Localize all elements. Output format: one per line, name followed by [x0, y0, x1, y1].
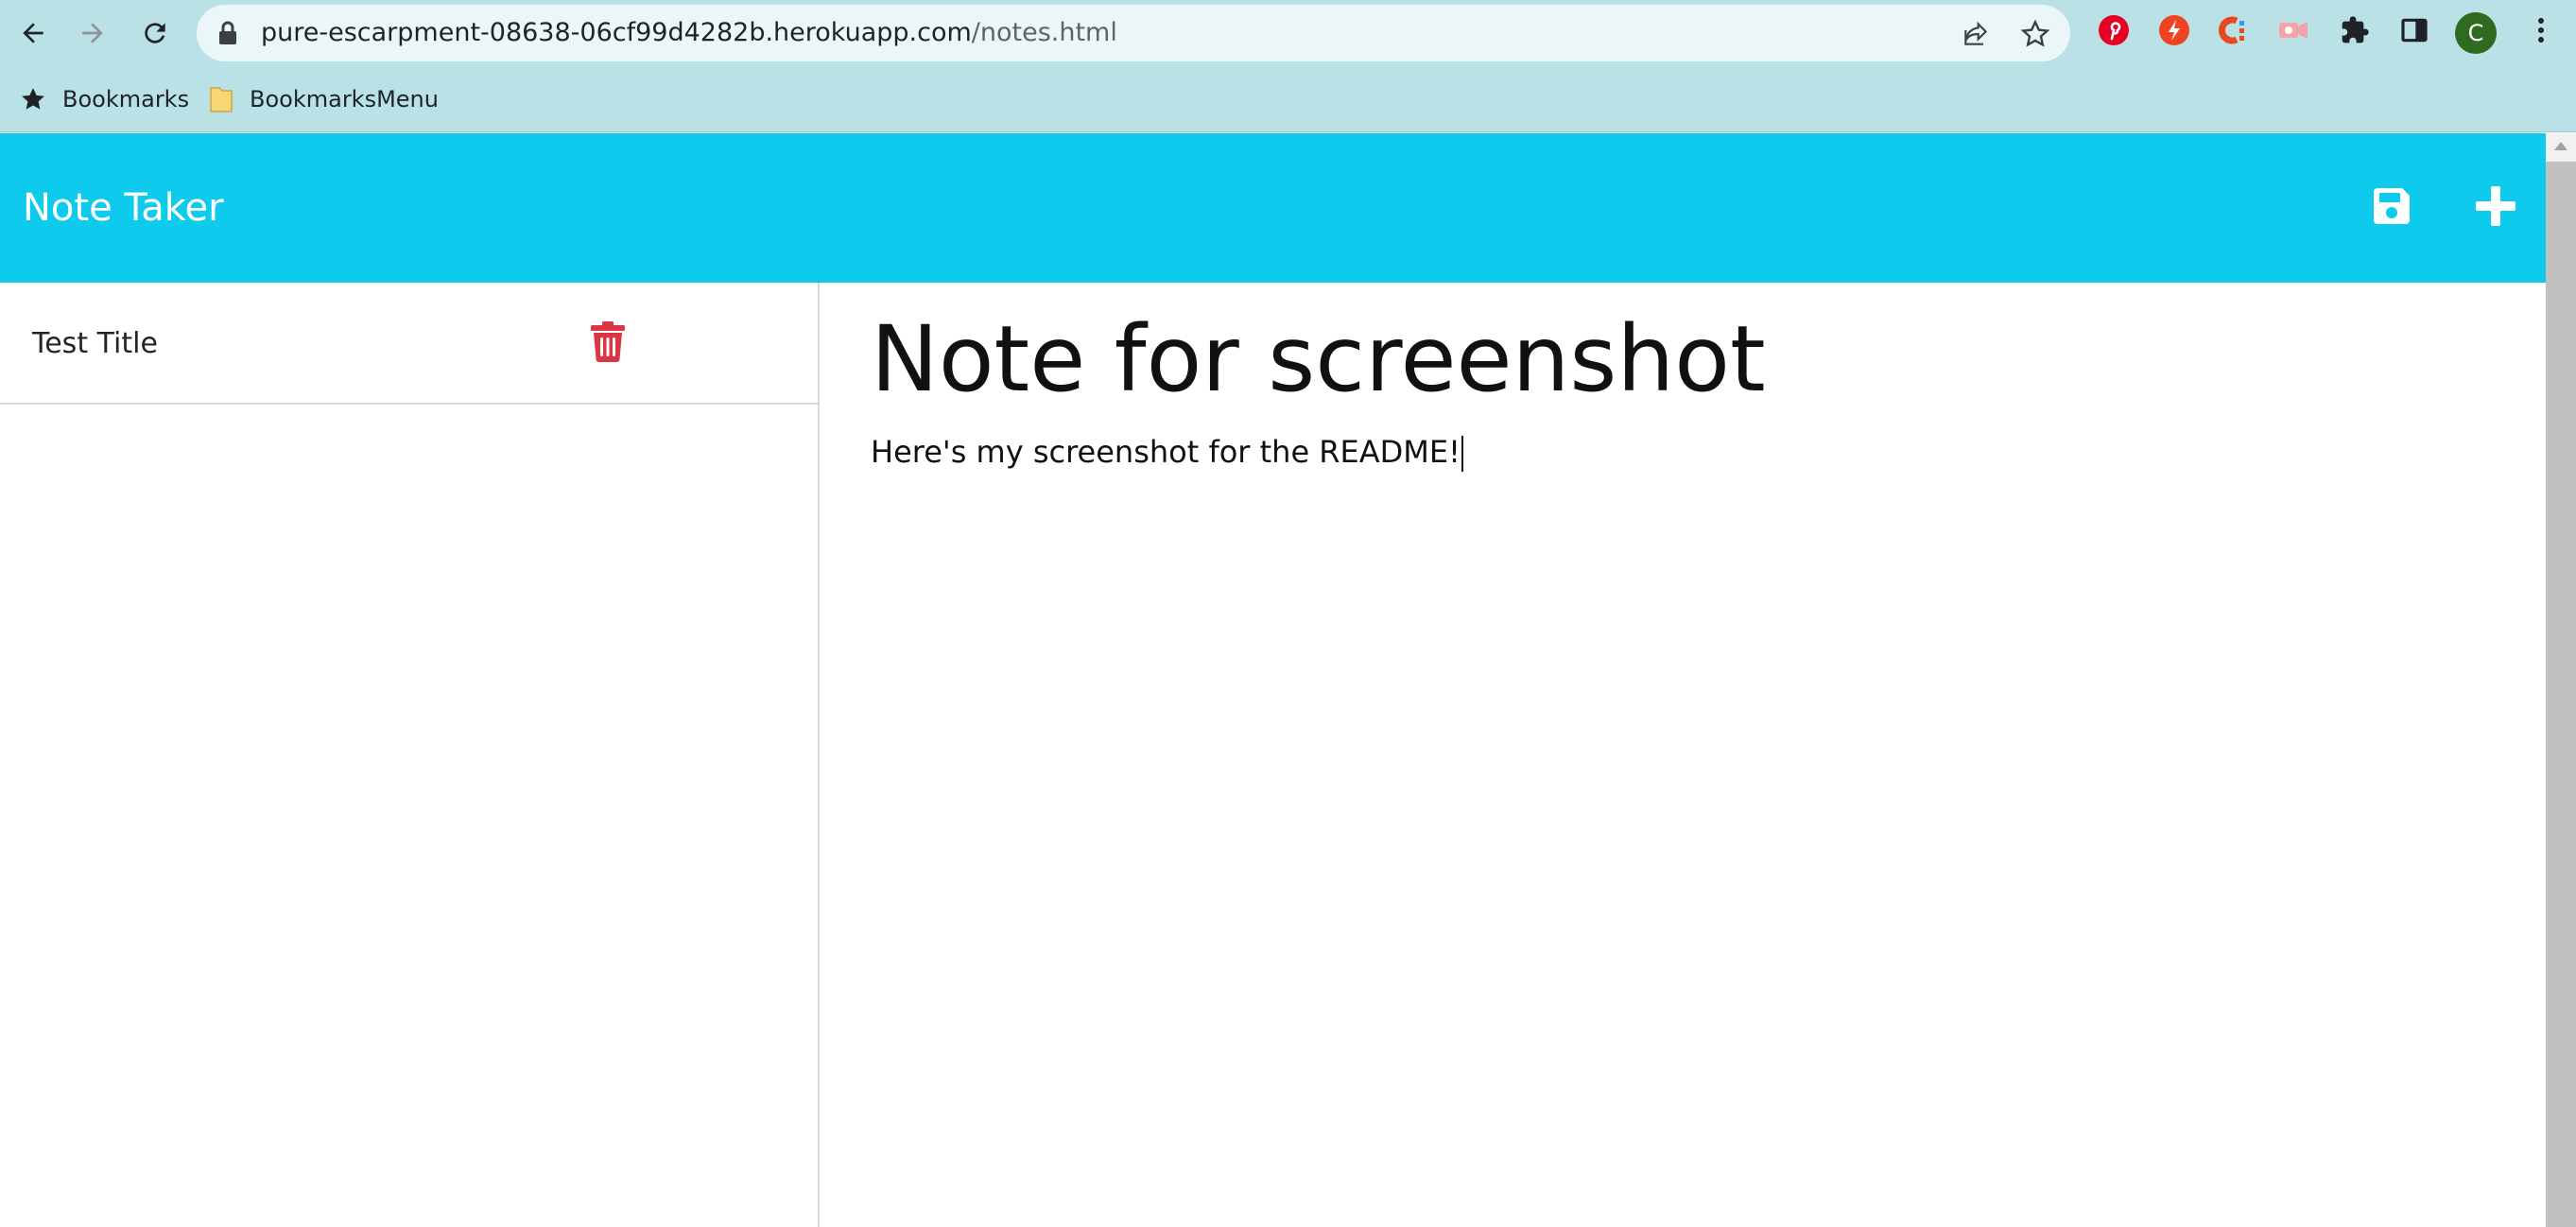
- new-note-button[interactable]: [2474, 184, 2521, 232]
- forward-button[interactable]: [69, 9, 116, 57]
- note-text-area[interactable]: Here's my screenshot for the README!: [871, 434, 1463, 472]
- note-text: Here's my screenshot for the README!: [871, 434, 1461, 470]
- bookmark-label: Bookmarks: [62, 86, 190, 112]
- trash-icon: [591, 321, 625, 362]
- star-icon[interactable]: [2020, 19, 2050, 49]
- app-navbar: Note Taker: [0, 133, 2546, 283]
- note-list: Test Title: [0, 283, 820, 1227]
- save-note-button[interactable]: [2370, 184, 2417, 232]
- bookmark-item-bookmarks[interactable]: Bookmarks: [19, 66, 189, 132]
- browser-toolbar: pure-escarpment-08638-06cf99d4282b.herok…: [0, 0, 2576, 66]
- reload-icon: [145, 23, 165, 43]
- profile-avatar[interactable]: C: [2455, 12, 2497, 54]
- bookmark-label: BookmarksMenu: [250, 86, 439, 112]
- app-title[interactable]: Note Taker: [23, 133, 224, 283]
- url-text: pure-escarpment-08638-06cf99d4282b.herok…: [261, 5, 1117, 61]
- address-bar[interactable]: pure-escarpment-08638-06cf99d4282b.herok…: [197, 5, 2070, 61]
- flash-extension-icon[interactable]: [2157, 13, 2191, 47]
- lock-icon: [217, 21, 238, 49]
- delete-note-button[interactable]: [590, 320, 626, 362]
- back-button[interactable]: [9, 9, 57, 57]
- arrow-up-icon: [2554, 142, 2567, 150]
- plus-icon: [2476, 186, 2515, 226]
- arrow-left-icon: [23, 23, 43, 43]
- kebab-menu-icon[interactable]: [2524, 13, 2558, 47]
- video-extension-icon[interactable]: [2276, 13, 2310, 47]
- reload-button[interactable]: [131, 9, 179, 57]
- url-host: pure-escarpment-08638-06cf99d4282b.herok…: [261, 18, 972, 47]
- star-icon: [19, 85, 47, 113]
- save-icon: [2374, 188, 2410, 224]
- folder-icon: [208, 85, 234, 113]
- share-icon[interactable]: [1961, 19, 1991, 49]
- c-extension-icon[interactable]: [2216, 13, 2250, 47]
- note-title-input[interactable]: Note for screenshot: [871, 305, 1766, 414]
- arrow-right-icon: [82, 23, 103, 43]
- text-cursor: [1461, 436, 1463, 472]
- list-item[interactable]: Test Title: [0, 283, 818, 405]
- side-panel-icon[interactable]: [2397, 13, 2431, 47]
- url-path: /notes.html: [971, 18, 1117, 47]
- pinterest-icon[interactable]: [2097, 13, 2131, 47]
- scroll-up-button[interactable]: [2546, 133, 2576, 162]
- bookmark-item-bookmarksmenu[interactable]: BookmarksMenu: [208, 66, 439, 132]
- puzzle-icon[interactable]: [2338, 13, 2372, 47]
- page-scrollbar[interactable]: [2546, 133, 2576, 1227]
- note-title[interactable]: Test Title: [32, 283, 158, 405]
- note-editor: Note for screenshot Here's my screenshot…: [820, 283, 2546, 1227]
- bookmarks-bar: Bookmarks BookmarksMenu: [0, 66, 2576, 132]
